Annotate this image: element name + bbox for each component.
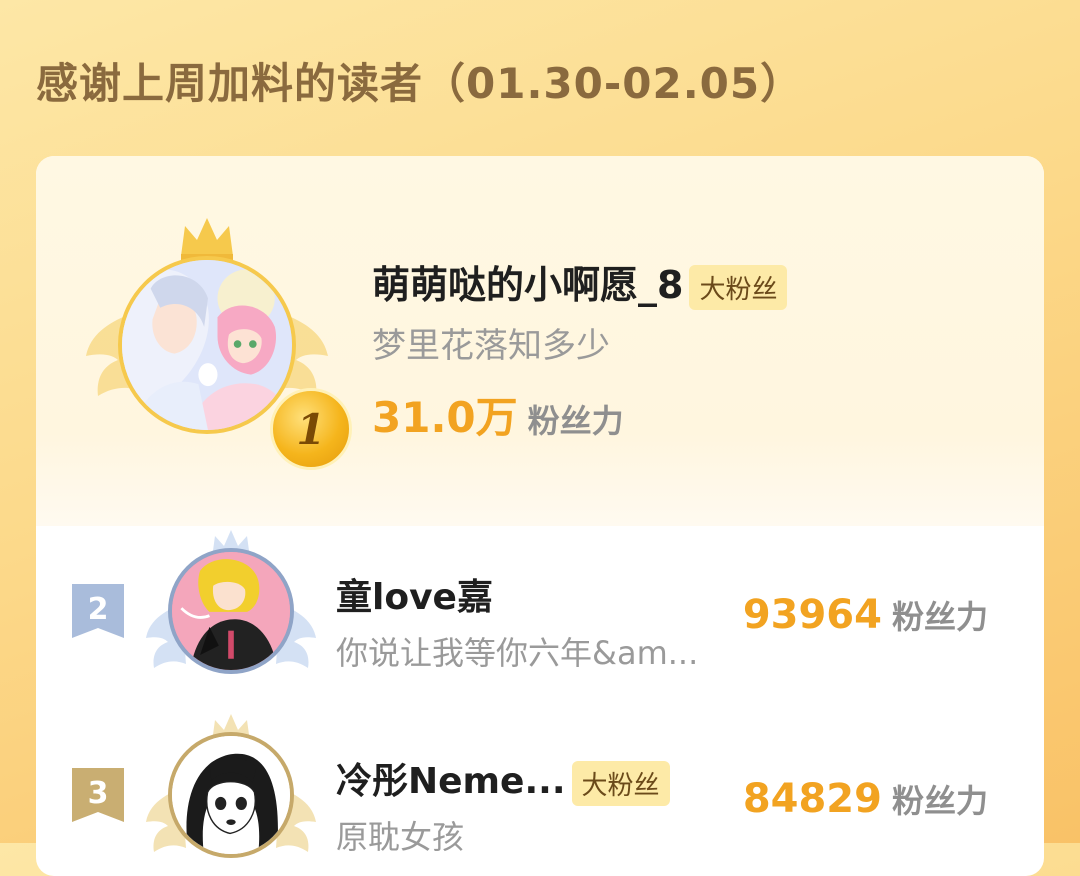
- fan-power-value: 93964: [742, 592, 882, 638]
- manga-girl-avatar[interactable]: [168, 732, 294, 858]
- fan-power-label: 粉丝力: [891, 598, 988, 636]
- fan-power-value: 31.0万: [372, 393, 518, 442]
- reader-name[interactable]: 童love嘉: [336, 568, 493, 620]
- avatar-frame: [144, 712, 318, 876]
- leaderboard-row-rank-1[interactable]: 1 萌萌哒的小啊愿_8 大粉丝 梦里花落知多少 31.0万 粉丝力: [36, 156, 1044, 526]
- reader-subtitle: 原耽女孩: [336, 818, 465, 856]
- rank-number: 2: [87, 592, 109, 627]
- page-title: 感谢上周加料的读者（01.30-02.05）: [36, 59, 804, 108]
- fan-power: 31.0万 粉丝力: [372, 384, 624, 445]
- leaderboard-row-rank-2[interactable]: 2 童love嘉 你说让我等你六年&am... 93964 粉丝力: [36, 528, 1044, 708]
- leaderboard-row-rank-3[interactable]: 3 冷彤Neme... 大粉丝 原耽女孩 84829 粉丝力: [36, 712, 1044, 876]
- fan-power: 93964 粉丝力: [743, 592, 988, 638]
- fan-power-value: 84829: [742, 776, 882, 822]
- gold-medal-icon: 1: [270, 388, 352, 470]
- reader-name[interactable]: 萌萌哒的小啊愿_8 大粉丝: [372, 254, 788, 310]
- bronze-rank-tag-icon: 3: [72, 768, 124, 822]
- reader-subtitle: 梦里花落知多少: [372, 326, 610, 366]
- anime-character-avatar[interactable]: [168, 548, 294, 674]
- fan-badge: 大粉丝: [571, 760, 670, 806]
- fan-badge: 大粉丝: [689, 265, 788, 310]
- avatar-frame: [144, 528, 318, 708]
- reader-name-text: 萌萌哒的小啊愿_8: [372, 263, 684, 307]
- reader-name-text: 冷彤Neme...: [336, 761, 566, 802]
- fan-power: 84829 粉丝力: [743, 776, 988, 822]
- anime-couple-avatar[interactable]: [118, 256, 296, 434]
- leaderboard-card: 1 萌萌哒的小啊愿_8 大粉丝 梦里花落知多少 31.0万 粉丝力 2 童lov…: [36, 156, 1044, 876]
- fan-power-label: 粉丝力: [527, 402, 624, 440]
- crown-icon: [181, 218, 233, 260]
- reader-name[interactable]: 冷彤Neme... 大粉丝: [336, 752, 670, 806]
- rank-number: 3: [87, 776, 109, 811]
- silver-rank-tag-icon: 2: [72, 584, 124, 638]
- avatar-frame: 1: [84, 216, 352, 470]
- fan-power-label: 粉丝力: [891, 782, 988, 820]
- reader-subtitle: 你说让我等你六年&am...: [336, 634, 699, 672]
